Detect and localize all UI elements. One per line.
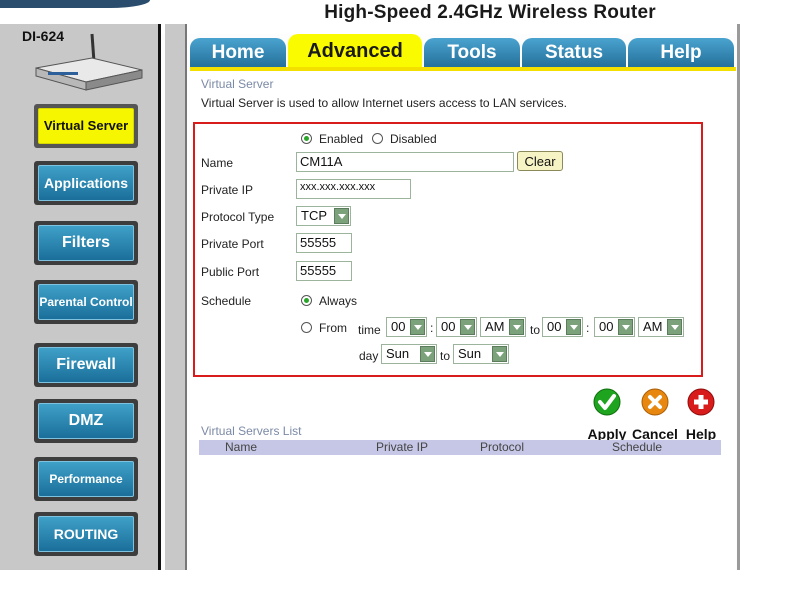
to-day-select[interactable]: Sun <box>453 344 509 364</box>
tab-help[interactable]: Help <box>628 38 734 68</box>
to-ampm-value: AM <box>643 319 663 334</box>
sidebar-item-performance[interactable]: Performance <box>34 457 138 501</box>
to-ampm-select[interactable]: AM <box>638 317 684 337</box>
sidebar-item-label: Filters <box>38 225 134 261</box>
time-colon: : <box>430 321 434 335</box>
private-port-label: Private Port <box>201 237 264 251</box>
from-day-value: Sun <box>386 346 410 361</box>
help-button[interactable]: Help <box>678 388 724 442</box>
protocol-type-label: Protocol Type <box>201 210 275 224</box>
virtual-servers-list-header: Name Private IP Protocol Schedule <box>199 440 721 455</box>
private-ip-label: Private IP <box>201 183 254 197</box>
chevron-down-icon <box>460 319 475 335</box>
chevron-down-icon <box>410 319 425 335</box>
chevron-down-icon <box>509 319 524 335</box>
sidebar-item-dmz[interactable]: DMZ <box>34 399 138 443</box>
brand-swoosh <box>0 0 150 8</box>
chevron-down-icon <box>618 319 633 335</box>
sidebar-item-label: Performance <box>38 461 134 497</box>
sidebar-gutter <box>165 24 185 570</box>
plus-icon <box>687 388 715 416</box>
enabled-radio[interactable] <box>301 133 312 144</box>
column-header-name: Name <box>225 440 258 454</box>
protocol-value: TCP <box>301 208 327 223</box>
enabled-label: Enabled <box>319 132 364 146</box>
disabled-radio[interactable] <box>372 133 383 144</box>
day-to-label: to <box>440 349 451 363</box>
name-input[interactable]: CM11A <box>296 152 514 172</box>
tab-underline <box>190 67 736 71</box>
clear-button[interactable]: Clear <box>517 151 563 171</box>
sidebar-item-parental-control[interactable]: Parental Control <box>34 280 138 324</box>
to-minute-value: 00 <box>599 319 614 334</box>
sidebar-divider <box>158 24 161 570</box>
name-label: Name <box>201 156 234 170</box>
tab-status[interactable]: Status <box>522 38 626 68</box>
sidebar-item-applications[interactable]: Applications <box>34 161 138 205</box>
from-hour-select[interactable]: 00 <box>386 317 427 337</box>
from-hour-value: 00 <box>391 319 406 334</box>
protocol-select[interactable]: TCP <box>296 206 351 226</box>
router-image <box>35 33 143 91</box>
private-port-input[interactable]: 55555 <box>296 233 352 253</box>
sidebar-item-virtual-server[interactable]: Virtual Server <box>34 104 138 148</box>
private-ip-input[interactable]: xxx.xxx.xxx.xxx <box>296 179 411 199</box>
router-admin-page: High-Speed 2.4GHz Wireless Router DI-624… <box>0 0 740 570</box>
tab-home[interactable]: Home <box>190 38 286 68</box>
from-radio[interactable] <box>301 322 312 333</box>
from-label: From <box>319 321 347 335</box>
chevron-down-icon <box>566 319 581 335</box>
column-header-schedule: Schedule <box>612 440 663 454</box>
close-icon <box>641 388 669 416</box>
column-header-private-ip: Private IP <box>376 440 429 454</box>
cancel-button[interactable]: Cancel <box>632 388 678 442</box>
page-description: Virtual Server is used to allow Internet… <box>201 96 567 110</box>
public-port-input[interactable]: 55555 <box>296 261 352 281</box>
tab-bar: Home Advanced Tools Status Help <box>190 34 736 68</box>
disabled-label: Disabled <box>390 132 437 146</box>
tab-tools[interactable]: Tools <box>424 38 520 68</box>
chevron-down-icon <box>334 208 349 224</box>
from-minute-select[interactable]: 00 <box>436 317 477 337</box>
schedule-label: Schedule <box>201 294 252 308</box>
apply-button[interactable]: Apply <box>584 388 630 442</box>
chevron-down-icon <box>667 319 682 335</box>
product-title: High-Speed 2.4GHz Wireless Router <box>324 2 656 23</box>
tab-advanced[interactable]: Advanced <box>288 34 422 68</box>
day-label: day <box>359 349 379 363</box>
to-hour-select[interactable]: 00 <box>542 317 583 337</box>
to-hour-value: 00 <box>547 319 562 334</box>
sidebar-item-routing[interactable]: ROUTING <box>34 512 138 556</box>
always-radio[interactable] <box>301 295 312 306</box>
sidebar-item-label: ROUTING <box>38 516 134 552</box>
to-day-value: Sun <box>458 346 482 361</box>
sidebar-item-label: Virtual Server <box>38 108 134 144</box>
checkmark-icon <box>593 388 621 416</box>
public-port-label: Public Port <box>201 265 260 279</box>
sidebar-item-label: Applications <box>38 165 134 201</box>
from-minute-value: 00 <box>441 319 456 334</box>
time-colon: : <box>586 321 590 335</box>
sidebar-item-label: Parental Control <box>38 284 134 320</box>
to-minute-select[interactable]: 00 <box>594 317 635 337</box>
right-border <box>737 24 740 570</box>
time-label: time <box>358 323 381 337</box>
virtual-servers-list-title: Virtual Servers List <box>201 424 302 438</box>
always-label: Always <box>319 294 358 308</box>
page-title: Virtual Server <box>201 77 274 91</box>
from-ampm-value: AM <box>485 319 505 334</box>
time-to-label: to <box>530 323 541 337</box>
sidebar-item-firewall[interactable]: Firewall <box>34 343 138 387</box>
sidebar-item-label: DMZ <box>38 403 134 439</box>
content-divider <box>185 24 187 570</box>
sidebar-item-filters[interactable]: Filters <box>34 221 138 265</box>
chevron-down-icon <box>420 346 435 362</box>
column-header-protocol: Protocol <box>480 440 525 454</box>
from-ampm-select[interactable]: AM <box>480 317 526 337</box>
sidebar-item-label: Firewall <box>38 347 134 383</box>
chevron-down-icon <box>492 346 507 362</box>
from-day-select[interactable]: Sun <box>381 344 437 364</box>
